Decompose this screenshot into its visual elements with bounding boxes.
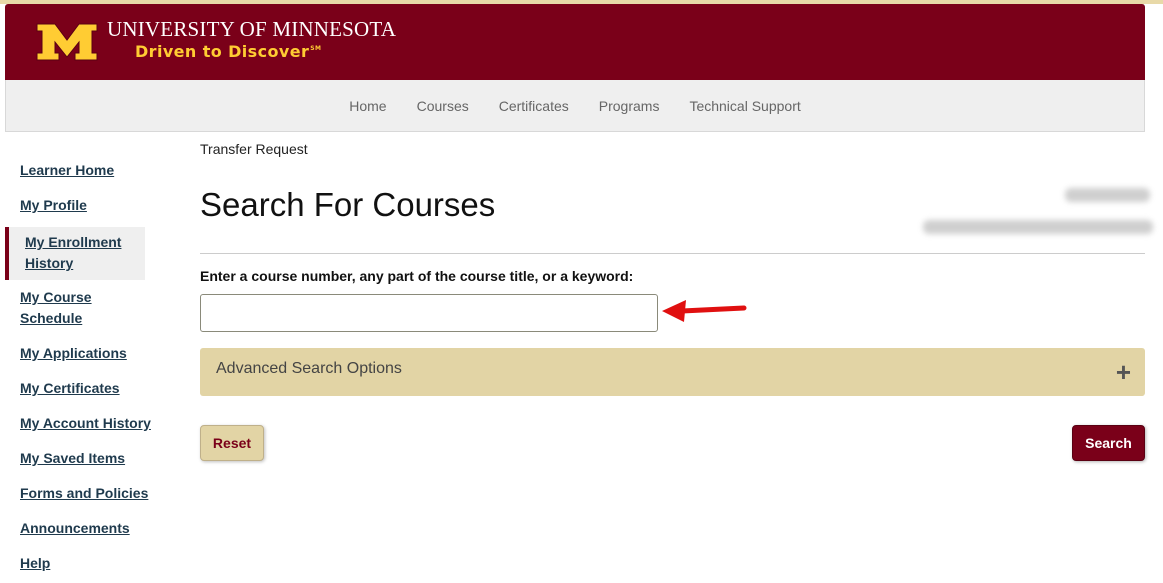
sidebar-item-my-saved-items[interactable]: My Saved Items [0,443,175,478]
page-title: Search For Courses [200,186,496,223]
red-arrow-icon [662,300,747,322]
sidebar-item-my-certificates[interactable]: My Certificates [0,373,175,408]
nav-technical-support[interactable]: Technical Support [674,98,815,114]
sidebar-item-my-account-history[interactable]: My Account History [0,408,175,443]
tagline: Driven to DiscoverSM [135,42,321,61]
tagline-text: Driven to Discover [135,42,310,61]
nav-home[interactable]: Home [334,98,401,114]
course-search-input[interactable] [200,294,658,332]
sidebar-item-help[interactable]: Help [0,548,175,583]
sidebar-item-announcements[interactable]: Announcements [0,513,175,548]
sidebar-item-learner-home[interactable]: Learner Home [0,155,175,190]
nav-courses[interactable]: Courses [402,98,484,114]
search-button[interactable]: Search [1072,425,1145,461]
block-m-logo[interactable] [35,22,99,62]
advanced-search-label: Advanced Search Options [216,360,402,377]
sidebar-item-my-enrollment-history[interactable]: My Enrollment History [5,227,145,280]
sidebar: Learner Home My Profile My Enrollment Hi… [0,155,175,583]
sidebar-item-my-applications[interactable]: My Applications [0,338,175,373]
service-mark: SM [310,45,322,52]
redacted-user-email [923,220,1153,234]
university-name: UNIVERSITY OF MINNESOTA [107,17,397,41]
site-header: UNIVERSITY OF MINNESOTA Driven to Discov… [5,4,1145,80]
breadcrumb: Transfer Request [200,141,308,157]
sidebar-item-my-course-schedule[interactable]: My Course Schedule [0,282,120,338]
divider [200,253,1145,254]
sidebar-item-my-profile[interactable]: My Profile [0,190,175,225]
advanced-search-toggle[interactable]: Advanced Search Options + [200,348,1145,396]
nav-certificates[interactable]: Certificates [484,98,584,114]
redacted-user-name [1065,188,1150,202]
nav-programs[interactable]: Programs [584,98,675,114]
plus-icon: + [1115,357,1131,387]
sidebar-item-forms-and-policies[interactable]: Forms and Policies [0,478,175,513]
reset-button[interactable]: Reset [200,425,264,461]
main-nav: Home Courses Certificates Programs Techn… [5,80,1145,132]
search-field-label: Enter a course number, any part of the c… [200,268,634,284]
